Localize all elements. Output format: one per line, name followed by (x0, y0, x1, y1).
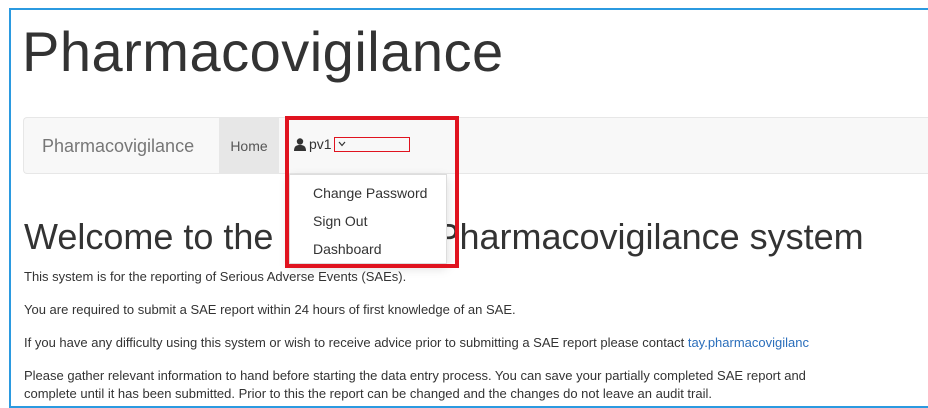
user-name: pv1 (309, 136, 332, 152)
welcome-heading-right: Pharmacovigilance system (435, 216, 864, 257)
menu-item-sign-out[interactable]: Sign Out (313, 213, 367, 229)
caret-box[interactable] (333, 136, 410, 152)
instructions-line-1: Please gather relevant information to ha… (24, 368, 806, 383)
contact-paragraph: If you have any difficulty using this sy… (24, 335, 809, 350)
chevron-down-icon (338, 141, 346, 147)
user-dropdown-menu: Change Password Sign Out Dashboard (289, 174, 447, 264)
site-title: Pharmacovigilance (22, 20, 504, 83)
contact-email-link[interactable]: tay.pharmacovigilanc (688, 335, 809, 350)
intro-paragraph: This system is for the reporting of Seri… (24, 269, 407, 284)
menu-item-dashboard[interactable]: Dashboard (313, 241, 382, 257)
user-icon (294, 137, 306, 151)
deadline-paragraph: You are required to submit a SAE report … (24, 302, 516, 317)
navbar: Pharmacovigilance Home pv1 (23, 117, 928, 174)
nav-home-label: Home (230, 137, 268, 154)
contact-text: If you have any difficulty using this sy… (24, 335, 685, 350)
menu-item-change-password[interactable]: Change Password (313, 185, 427, 201)
nav-home-link[interactable]: Home (219, 118, 279, 173)
user-menu-toggle[interactable]: pv1 (294, 136, 410, 152)
instructions-line-2: complete until it has been submitted. Pr… (24, 386, 712, 401)
welcome-heading-left: Welcome to the (24, 216, 274, 257)
navbar-brand[interactable]: Pharmacovigilance (42, 136, 194, 157)
